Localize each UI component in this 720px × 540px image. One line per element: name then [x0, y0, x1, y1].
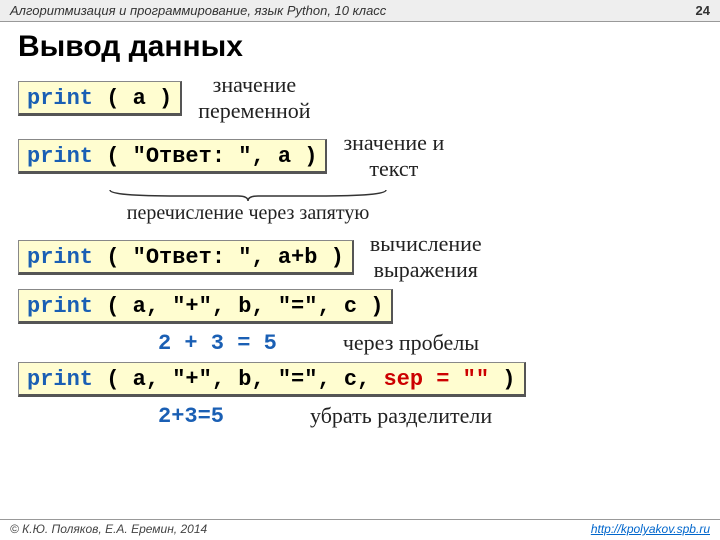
result-4: 2 + 3 = 5 — [158, 331, 277, 356]
keyword: print — [27, 294, 93, 319]
code-box-5: print ( a, "+", b, "=", c, sep = "" ) — [18, 362, 526, 397]
label-4: через пробелы — [343, 330, 479, 356]
label-2: значение и текст — [343, 130, 444, 182]
label-5: убрать разделители — [310, 403, 492, 429]
keyword: print — [27, 367, 93, 392]
brace-text: перечисление через запятую — [127, 202, 370, 224]
example-4: print ( a, "+", b, "=", c ) — [18, 289, 702, 324]
example-4-result-row: 2 + 3 = 5 через пробелы — [18, 330, 702, 356]
code-box-1: print ( a ) — [18, 81, 182, 116]
code-body: ( a, "+", b, "=", c ) — [93, 294, 383, 319]
code-body: ( "Ответ: ", a+b ) — [93, 245, 344, 270]
code-body-pre: ( a, "+", b, "=", c, — [93, 367, 383, 392]
slide-header: Алгоритмизация и программирование, язык … — [0, 0, 720, 22]
code-box-2: print ( "Ответ: ", a ) — [18, 139, 327, 174]
result-5: 2+3=5 — [158, 404, 224, 429]
code-box-3: print ( "Ответ: ", a+b ) — [18, 240, 354, 275]
slide-footer: © К.Ю. Поляков, Е.А. Еремин, 2014 http:/… — [0, 519, 720, 536]
course-title: Алгоритмизация и программирование, язык … — [10, 3, 386, 18]
example-2: print ( "Ответ: ", a ) значение и текст — [18, 130, 702, 182]
slide-content: Вывод данных print ( a ) значение переме… — [0, 22, 720, 429]
copyright: © К.Ю. Поляков, Е.А. Еремин, 2014 — [10, 522, 207, 536]
keyword: print — [27, 86, 93, 111]
brace-annotation: перечисление через запятую — [78, 188, 418, 225]
code-body: ( a ) — [93, 86, 172, 111]
example-5-result-row: 2+3=5 убрать разделители — [18, 403, 702, 429]
brace-icon — [108, 188, 388, 202]
example-3: print ( "Ответ: ", a+b ) вычисление выра… — [18, 231, 702, 283]
code-box-4: print ( a, "+", b, "=", c ) — [18, 289, 393, 324]
keyword: print — [27, 144, 93, 169]
page-title: Вывод данных — [18, 30, 702, 64]
example-5: print ( a, "+", b, "=", c, sep = "" ) — [18, 362, 702, 397]
source-url[interactable]: http://kpolyakov.spb.ru — [591, 522, 710, 536]
label-1: значение переменной — [198, 72, 310, 124]
example-1: print ( a ) значение переменной — [18, 72, 702, 124]
sep-arg: sep = "" — [383, 367, 489, 392]
page-number: 24 — [696, 3, 710, 18]
label-3: вычисление выражения — [370, 231, 482, 283]
code-body: ( "Ответ: ", a ) — [93, 144, 317, 169]
keyword: print — [27, 245, 93, 270]
code-body-post: ) — [489, 367, 515, 392]
